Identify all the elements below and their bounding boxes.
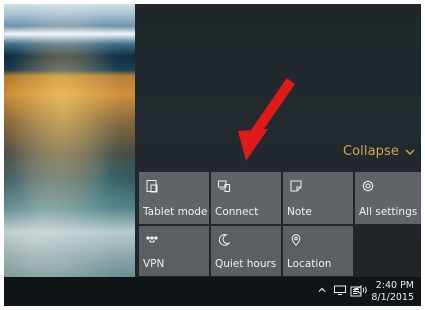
taskbar: 2:40 PM 8/1/2015	[4, 277, 421, 306]
tile-label: Connect	[215, 206, 259, 218]
screenshot-frame: Collapse Tablet mode Connect Note All se…	[4, 4, 421, 306]
location-icon	[289, 232, 303, 247]
action-center-panel: Collapse Tablet mode Connect Note All se…	[135, 4, 421, 277]
tile-note[interactable]: Note	[283, 172, 353, 224]
tile-label: VPN	[143, 258, 165, 270]
action-center-icon[interactable]	[349, 284, 363, 298]
tile-quiet-hours[interactable]: Quiet hours	[211, 226, 281, 276]
tile-label: Quiet hours	[215, 258, 277, 270]
connect-icon	[217, 178, 231, 192]
vpn-icon	[145, 232, 159, 246]
tile-label: All settings	[359, 206, 418, 218]
taskbar-time: 2:40 PM	[375, 280, 414, 291]
network-icon[interactable]	[333, 284, 347, 296]
tile-label: Tablet mode	[143, 206, 208, 218]
gear-icon	[361, 178, 375, 192]
red-arrow-annotation	[238, 78, 296, 161]
tile-label: Location	[287, 258, 332, 270]
tile-label: Note	[287, 206, 312, 218]
tile-tablet-mode[interactable]: Tablet mode	[139, 172, 209, 224]
taskbar-clock[interactable]: 2:40 PM 8/1/2015	[371, 280, 414, 304]
collapse-label: Collapse	[342, 144, 399, 159]
tile-connect[interactable]: Connect	[211, 172, 281, 224]
moon-icon	[217, 232, 231, 246]
tile-vpn[interactable]: VPN	[139, 226, 209, 276]
desktop-wallpaper	[4, 4, 135, 277]
tile-all-settings[interactable]: All settings	[355, 172, 421, 224]
note-icon	[289, 178, 303, 192]
chevron-up-icon[interactable]	[317, 285, 327, 295]
tablet-mode-icon	[145, 178, 159, 193]
collapse-button[interactable]: Collapse	[343, 144, 415, 159]
tile-location[interactable]: Location	[283, 226, 353, 276]
chevron-down-icon	[405, 148, 415, 156]
taskbar-date: 8/1/2015	[371, 292, 414, 303]
